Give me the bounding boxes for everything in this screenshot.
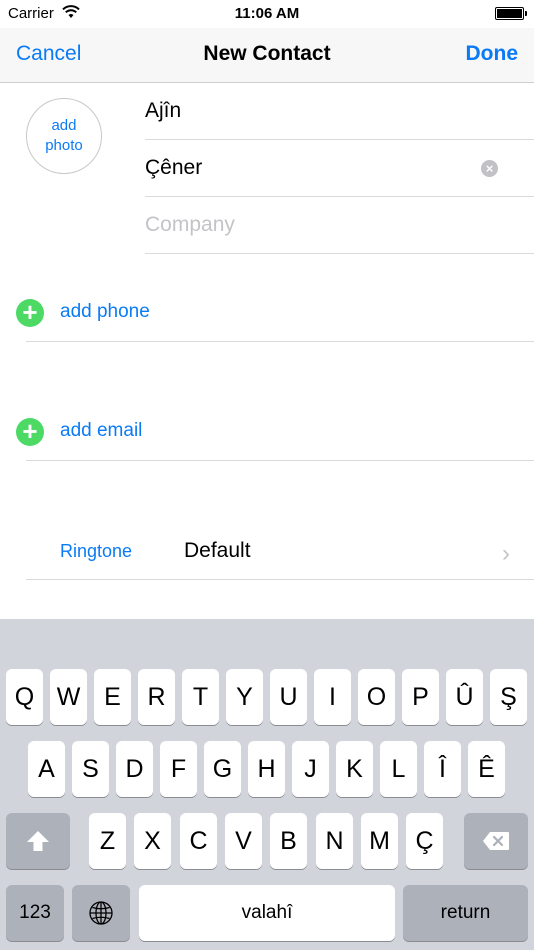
add-photo-label-line1: add <box>51 117 77 134</box>
ringtone-value: Default <box>184 539 251 562</box>
add-photo-button[interactable]: add photo <box>26 98 102 174</box>
shift-key[interactable] <box>6 813 70 869</box>
key-b[interactable]: B <box>270 813 307 869</box>
key-k[interactable]: K <box>336 741 373 797</box>
key-q[interactable]: Q <box>6 669 43 725</box>
numbers-key[interactable]: 123 <box>6 885 64 941</box>
last-name-field[interactable]: Çêner × <box>145 140 534 197</box>
key-n[interactable]: N <box>316 813 353 869</box>
first-name-field[interactable]: Ajîn <box>145 83 534 140</box>
key-d[interactable]: D <box>116 741 153 797</box>
clear-icon[interactable]: × <box>481 160 498 177</box>
key-m[interactable]: M <box>361 813 398 869</box>
divider <box>26 341 534 342</box>
key-s-cedilla[interactable]: Ş <box>490 669 527 725</box>
key-r[interactable]: R <box>138 669 175 725</box>
key-v[interactable]: V <box>225 813 262 869</box>
key-j[interactable]: J <box>292 741 329 797</box>
key-i-circumflex[interactable]: Î <box>424 741 461 797</box>
key-l[interactable]: L <box>380 741 417 797</box>
first-name-value: Ajîn <box>145 99 182 122</box>
backspace-key[interactable] <box>464 813 528 869</box>
globe-key[interactable] <box>72 885 130 941</box>
company-placeholder: Company <box>145 213 235 236</box>
key-a[interactable]: A <box>28 741 65 797</box>
ringtone-row[interactable]: Ringtone Default › <box>0 520 534 580</box>
key-u[interactable]: U <box>270 669 307 725</box>
key-g[interactable]: G <box>204 741 241 797</box>
key-x[interactable]: X <box>134 813 171 869</box>
page-title: New Contact <box>203 42 331 65</box>
keyboard: Q W E R T Y U I O P Û Ş A S D F G H J K … <box>0 619 534 950</box>
divider <box>26 460 534 461</box>
company-field[interactable]: Company <box>145 197 534 254</box>
nav-bar: Cancel New Contact Done <box>0 28 534 83</box>
key-u-circumflex[interactable]: Û <box>446 669 483 725</box>
add-email-plus-icon: + <box>16 418 44 446</box>
chevron-right-icon: › <box>502 540 510 567</box>
add-phone-plus-icon: + <box>16 299 44 327</box>
ringtone-label: Ringtone <box>60 541 133 561</box>
add-phone-row[interactable]: + add phone <box>0 282 534 342</box>
key-y[interactable]: Y <box>226 669 263 725</box>
key-e-circumflex[interactable]: Ê <box>468 741 505 797</box>
key-c-cedilla[interactable]: Ç <box>406 813 443 869</box>
key-c[interactable]: C <box>180 813 217 869</box>
return-key[interactable]: return <box>403 885 528 941</box>
last-name-value: Çêner <box>145 156 203 179</box>
globe-icon <box>89 901 113 925</box>
space-key[interactable]: valahî <box>139 885 395 941</box>
shift-icon <box>27 831 49 851</box>
key-w[interactable]: W <box>50 669 87 725</box>
battery-icon <box>495 7 527 20</box>
add-phone-label: add phone <box>60 301 150 322</box>
key-s[interactable]: S <box>72 741 109 797</box>
divider <box>26 579 534 580</box>
key-h[interactable]: H <box>248 741 285 797</box>
status-bar: Carrier 11:06 AM <box>0 0 534 28</box>
add-email-row[interactable]: + add email <box>0 401 534 461</box>
key-e[interactable]: E <box>94 669 131 725</box>
backspace-icon <box>483 832 509 850</box>
key-t[interactable]: T <box>182 669 219 725</box>
key-f[interactable]: F <box>160 741 197 797</box>
status-time: 11:06 AM <box>234 5 300 22</box>
key-p[interactable]: P <box>402 669 439 725</box>
key-i[interactable]: I <box>314 669 351 725</box>
add-photo-label-line2: photo <box>45 137 83 154</box>
key-z[interactable]: Z <box>89 813 126 869</box>
done-button[interactable]: Done <box>466 42 519 66</box>
add-email-label: add email <box>60 420 143 441</box>
key-o[interactable]: O <box>358 669 395 725</box>
